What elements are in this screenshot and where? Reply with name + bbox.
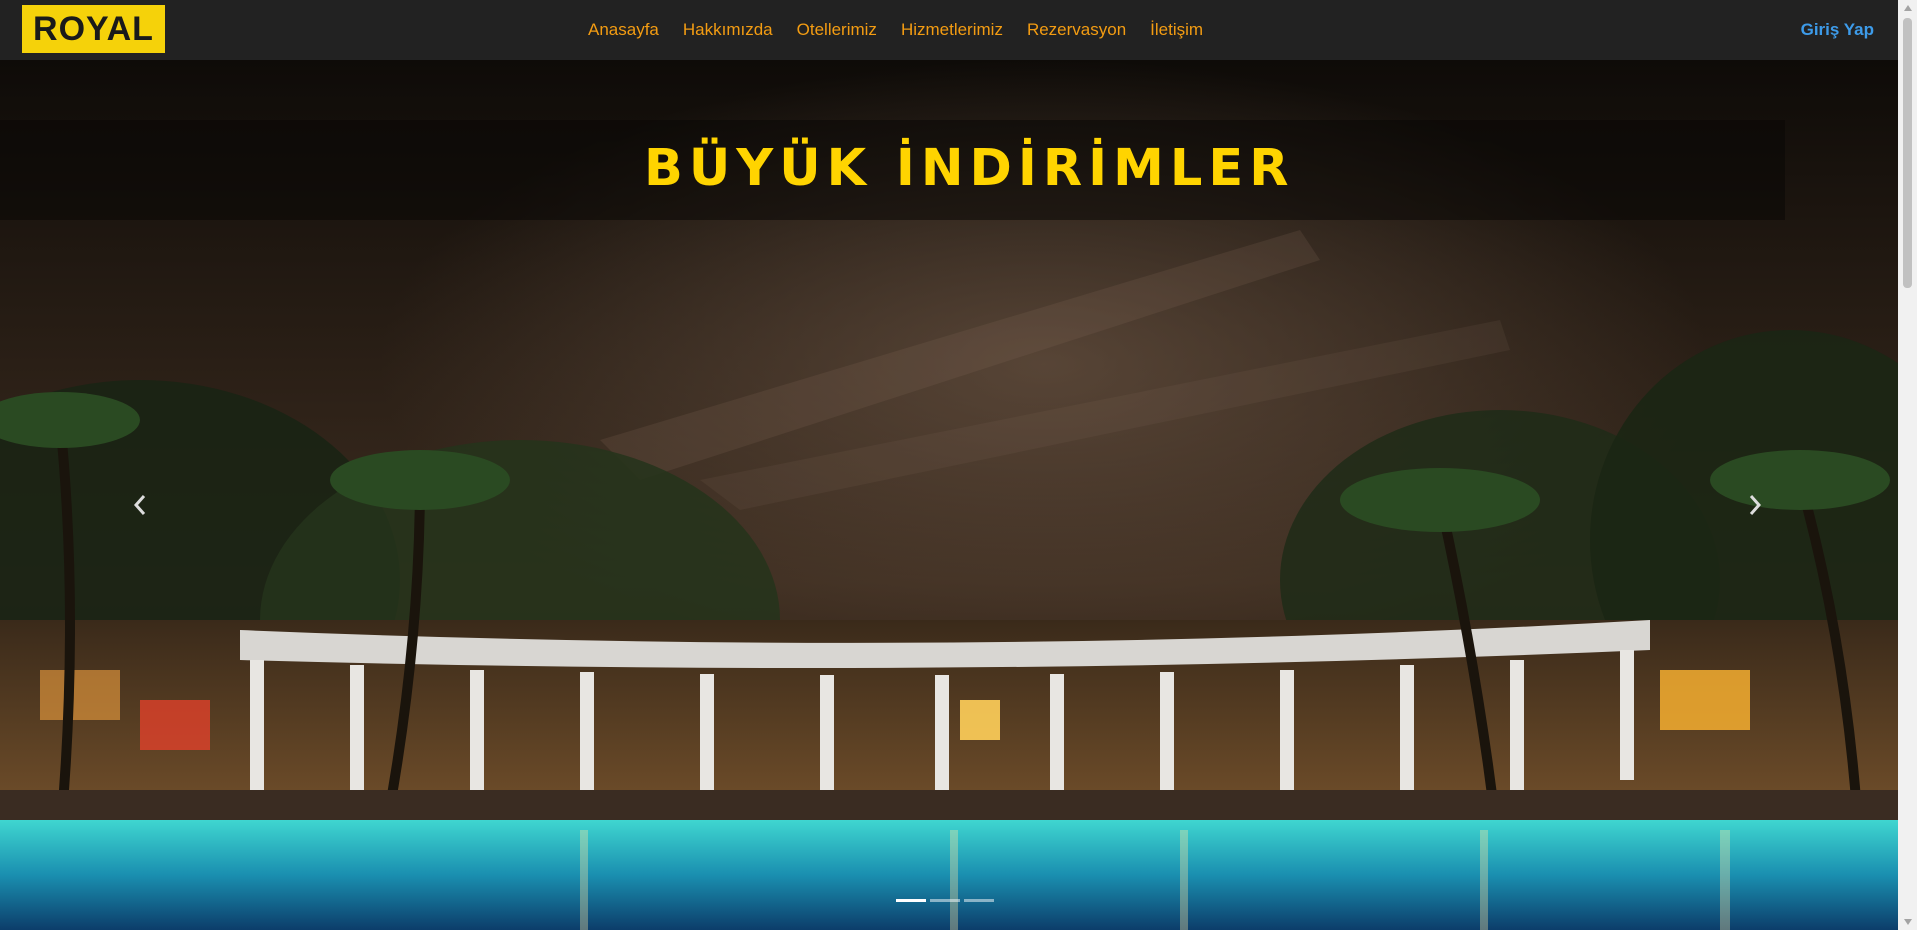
carousel-indicator-3[interactable] [964,899,994,902]
carousel-indicators [896,899,994,902]
scrollbar-thumb[interactable] [1903,18,1912,288]
page: ROYAL Anasayfa Hakkımızda Otellerimiz Hi… [0,0,1917,930]
nav-menu: Anasayfa Hakkımızda Otellerimiz Hizmetle… [576,0,1215,60]
carousel-next-button[interactable] [1735,470,1775,540]
brand-logo[interactable]: ROYAL [22,5,165,53]
nav-item-otellerimiz[interactable]: Otellerimiz [785,20,889,40]
carousel-caption: BÜYÜK İNDİRİMLER [644,139,1295,198]
nav-item-anasayfa[interactable]: Anasayfa [576,20,671,40]
carousel-indicator-1[interactable] [896,899,926,902]
carousel-prev-button[interactable] [120,470,160,540]
hero-carousel: BÜYÜK İNDİRİMLER [0,60,1898,930]
nav-item-iletisim[interactable]: İletişim [1138,20,1215,40]
login-link[interactable]: Giriş Yap [1801,0,1874,60]
nav-item-hakkimizda[interactable]: Hakkımızda [671,20,785,40]
scroll-down-icon[interactable] [1898,914,1917,930]
page-scrollbar[interactable] [1898,0,1917,930]
navbar: ROYAL Anasayfa Hakkımızda Otellerimiz Hi… [0,0,1898,60]
nav-item-rezervasyon[interactable]: Rezervasyon [1015,20,1138,40]
carousel-indicator-2[interactable] [930,899,960,902]
nav-item-hizmetlerimiz[interactable]: Hizmetlerimiz [889,20,1015,40]
chevron-right-icon [1749,495,1762,515]
scroll-up-icon[interactable] [1898,0,1917,16]
chevron-left-icon [133,495,146,515]
